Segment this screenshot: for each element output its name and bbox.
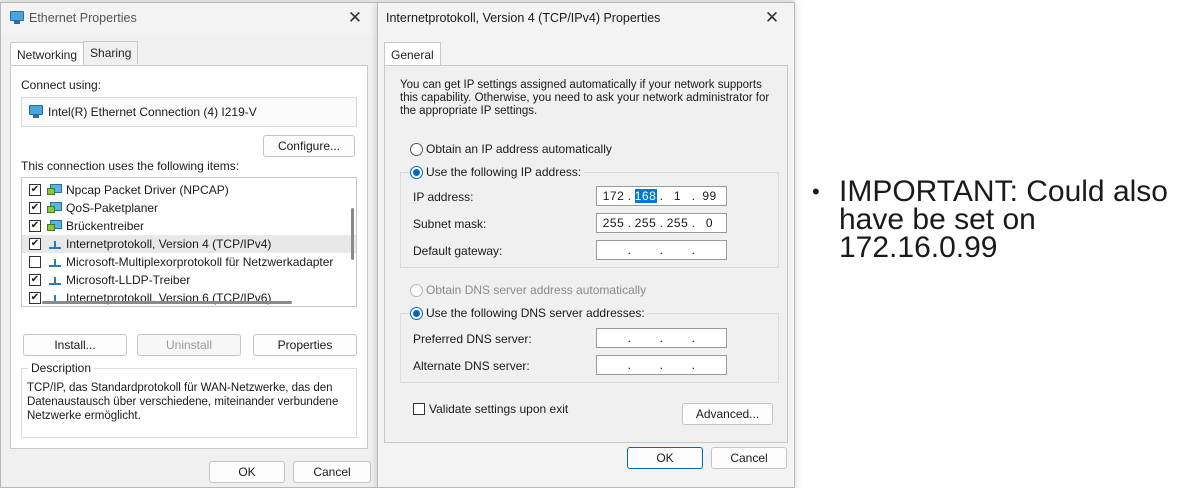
component-icon [47, 202, 63, 214]
list-item[interactable]: ✔ Microsoft-LLDP-Treiber [22, 271, 356, 289]
use-following-dns-radio[interactable] [410, 306, 423, 320]
ipv4-tabs: General [384, 41, 441, 65]
install-button[interactable]: Install... [23, 334, 127, 356]
validate-checkbox[interactable] [413, 403, 425, 415]
intro-text: You can get IP settings assigned automat… [400, 79, 770, 117]
description-label: Description [28, 361, 95, 375]
adapter-box: Intel(R) Ethernet Connection (4) I219-V [21, 97, 357, 127]
tab-networking[interactable]: Networking [10, 42, 85, 65]
connect-using-label: Connect using: [21, 78, 102, 92]
use-following-dns-label: Use the following DNS server addresses: [426, 306, 645, 320]
item-label: Brückentreiber [66, 219, 145, 233]
subnet-mask-field[interactable]: 255. 255. 255. 0 [596, 213, 727, 233]
ip-octet-3: 1 [673, 189, 682, 203]
ipv4-dialog-title: Internetprotokoll, Version 4 (TCP/IPv4) … [386, 11, 661, 25]
item-checkbox[interactable]: ✔ [29, 292, 41, 304]
properties-button[interactable]: Properties [253, 334, 357, 356]
component-icon [47, 184, 63, 196]
item-checkbox[interactable]: ✔ [29, 274, 41, 286]
obtain-dns-auto-radio[interactable] [410, 283, 423, 297]
list-item[interactable]: ✔ Brückentreiber [22, 217, 356, 235]
obtain-dns-auto-option[interactable]: Obtain DNS server address automatically [410, 283, 646, 297]
ethernet-properties-dialog: Ethernet Properties ✕ Networking Sharing… [0, 2, 378, 488]
ethernet-tabs: Networking Sharing [10, 41, 139, 65]
item-label: Microsoft-LLDP-Treiber [66, 273, 191, 287]
obtain-ip-auto-option[interactable]: Obtain an IP address automatically [410, 142, 612, 156]
bullet-icon: • [812, 179, 820, 204]
ip-address-field[interactable]: 172. 168. 1. 99 [596, 186, 727, 206]
default-gateway-label: Default gateway: [413, 244, 503, 258]
horizontal-scrollbar[interactable] [42, 301, 292, 304]
note-text: IMPORTANT: Could also have be set on 172… [839, 175, 1168, 264]
mask-octet-4: 0 [705, 216, 714, 230]
ipv4-titlebar: Internetprotokoll, Version 4 (TCP/IPv4) … [378, 3, 794, 33]
ethernet-dialog-title: Ethernet Properties [29, 11, 137, 25]
use-following-dns-option[interactable]: Use the following DNS server addresses: [410, 306, 648, 320]
validate-option[interactable]: Validate settings upon exit [413, 402, 568, 416]
protocol-icon [47, 256, 63, 268]
item-checkbox[interactable]: ✔ [29, 238, 41, 250]
list-item[interactable]: ✔ Npcap Packet Driver (NPCAP) [22, 181, 356, 199]
vertical-scrollbar[interactable] [351, 208, 354, 260]
protocol-icon [47, 238, 63, 250]
tab-sharing[interactable]: Sharing [83, 41, 139, 64]
item-checkbox[interactable] [29, 256, 41, 268]
ip-octet-1: 172 [602, 189, 625, 203]
uninstall-button[interactable]: Uninstall [137, 334, 241, 356]
item-checkbox[interactable]: ✔ [29, 220, 41, 232]
use-following-ip-label: Use the following IP address: [426, 165, 582, 179]
list-item[interactable]: ✔ Internetprotokoll, Version 4 (TCP/IPv4) [22, 235, 356, 253]
adapter-icon [28, 105, 44, 119]
ipv4-properties-dialog: Internetprotokoll, Version 4 (TCP/IPv4) … [377, 2, 795, 488]
items-list[interactable]: ✔ Npcap Packet Driver (NPCAP) ✔ QoS-Paketpl… [21, 177, 357, 307]
tab-general[interactable]: General [384, 42, 441, 65]
subnet-mask-label: Subnet mask: [413, 217, 487, 231]
items-label: This connection uses the following items… [21, 159, 240, 173]
use-following-ip-radio[interactable] [410, 165, 423, 179]
ipv4-cancel-button[interactable]: Cancel [711, 447, 787, 469]
ip-address-label: IP address: [413, 190, 474, 204]
ip-octet-4: 99 [702, 189, 717, 203]
list-item[interactable]: Microsoft-Multiplexorprotokoll für Netzw… [22, 253, 356, 271]
general-panel: You can get IP settings assigned automat… [384, 65, 788, 443]
ethernet-titlebar: Ethernet Properties ✕ [1, 3, 377, 33]
preferred-dns-field[interactable]: ... [596, 328, 727, 348]
alternate-dns-label: Alternate DNS server: [413, 359, 530, 373]
item-checkbox[interactable]: ✔ [29, 202, 41, 214]
obtain-ip-auto-radio[interactable] [410, 142, 423, 156]
networking-panel: Connect using: Intel(R) Ethernet Connect… [10, 65, 368, 449]
ethernet-cancel-button[interactable]: Cancel [293, 461, 371, 483]
mask-octet-3: 255 [666, 216, 689, 230]
mask-octet-1: 255 [602, 216, 625, 230]
configure-button[interactable]: Configure... [263, 135, 355, 157]
item-label: Microsoft-Multiplexorprotokoll für Netzw… [66, 255, 334, 269]
item-label: Npcap Packet Driver (NPCAP) [66, 183, 229, 197]
default-gateway-field[interactable]: ... [596, 240, 727, 260]
ethernet-ok-button[interactable]: OK [209, 461, 285, 483]
list-item[interactable]: ✔ Internetprotokoll, Version 6 (TCP/IPv6) [22, 289, 356, 306]
close-icon[interactable]: ✕ [341, 5, 369, 31]
validate-label: Validate settings upon exit [429, 402, 569, 416]
use-following-ip-option[interactable]: Use the following IP address: [410, 165, 585, 179]
list-item[interactable]: ✔ QoS-Paketplaner [22, 199, 356, 217]
description-text: TCP/IP, das Standardprotokoll für WAN-Ne… [27, 382, 339, 422]
advanced-button[interactable]: Advanced... [682, 403, 773, 425]
obtain-ip-auto-label: Obtain an IP address automatically [426, 142, 612, 156]
protocol-icon [47, 274, 63, 286]
obtain-dns-auto-label: Obtain DNS server address automatically [426, 283, 647, 297]
mask-octet-2: 255 [634, 216, 657, 230]
ip-octet-2: 168 [634, 189, 657, 203]
close-icon[interactable]: ✕ [758, 5, 786, 31]
alternate-dns-field[interactable]: ... [596, 355, 727, 375]
important-note: • IMPORTANT: Could also have be set on 1… [812, 175, 1172, 264]
item-label: QoS-Paketplaner [66, 201, 159, 215]
adapter-name: Intel(R) Ethernet Connection (4) I219-V [48, 105, 257, 119]
ipv4-ok-button[interactable]: OK [627, 447, 703, 469]
preferred-dns-label: Preferred DNS server: [413, 332, 532, 346]
component-icon [47, 220, 63, 232]
network-adapter-icon [9, 11, 25, 25]
item-checkbox[interactable]: ✔ [29, 184, 41, 196]
description-group: Description TCP/IP, das Standardprotokol… [21, 361, 357, 438]
item-label: Internetprotokoll, Version 4 (TCP/IPv4) [66, 237, 272, 251]
